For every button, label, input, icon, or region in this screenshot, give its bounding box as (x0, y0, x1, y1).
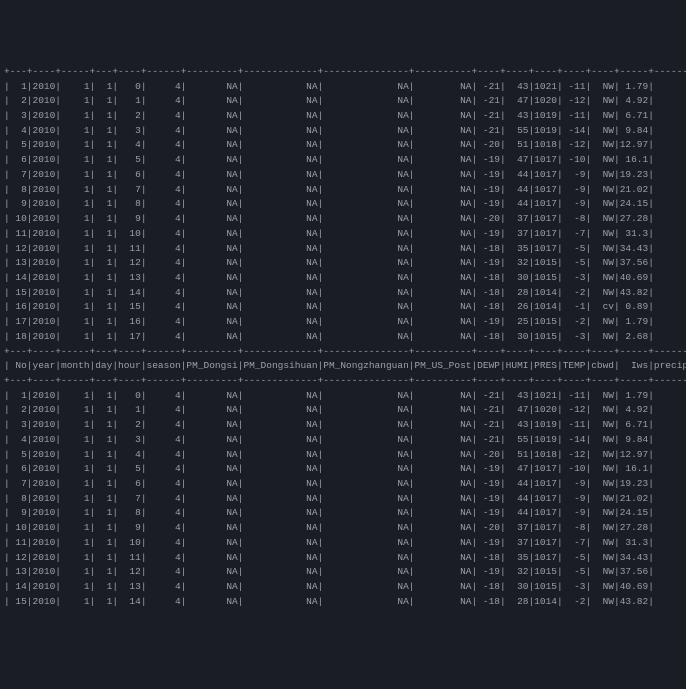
terminal-output: +---+----+-----+---+----+------+--------… (4, 65, 682, 610)
